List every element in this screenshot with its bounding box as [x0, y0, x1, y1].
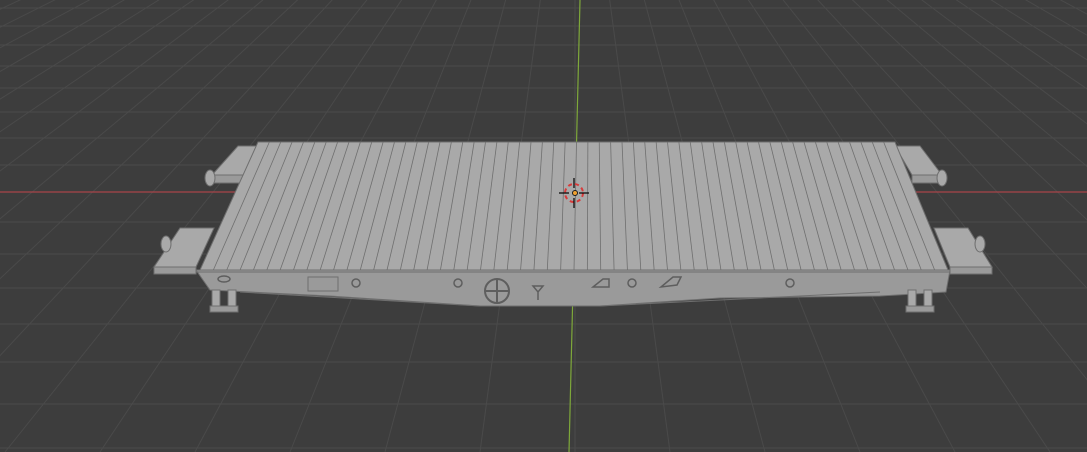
- origin-point-icon: [572, 190, 578, 196]
- deck-plank-seam: [586, 141, 589, 271]
- flatcar-model[interactable]: [153, 141, 993, 313]
- side-vent-grille: [307, 276, 339, 292]
- viewport-canvas[interactable]: [0, 0, 1087, 452]
- 3d-viewport[interactable]: [0, 0, 1087, 452]
- left-bogie-bracket: [209, 289, 239, 313]
- brake-wheel: [484, 278, 510, 304]
